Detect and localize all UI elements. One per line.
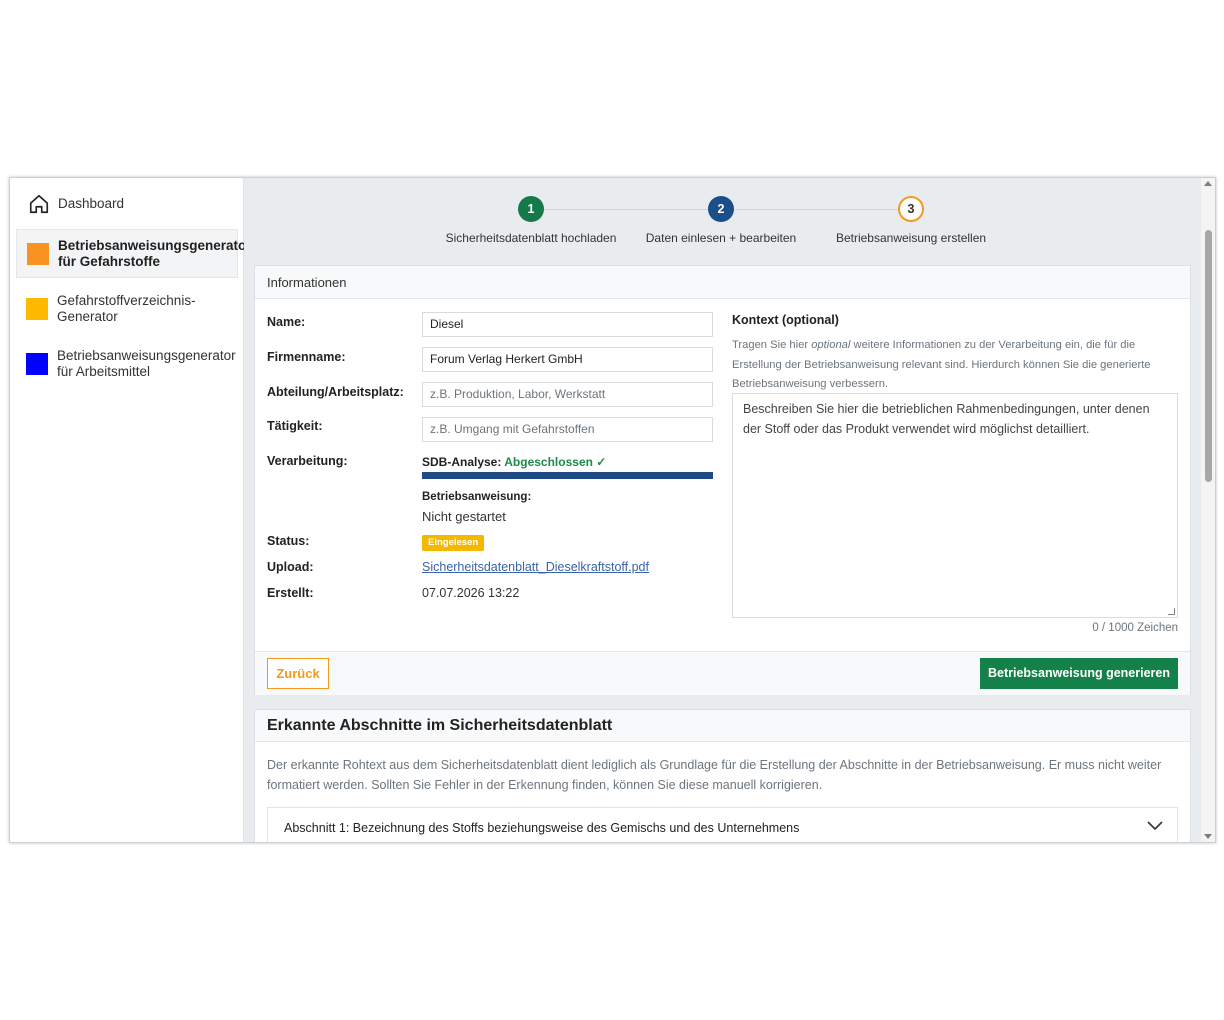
sections-description: Der erkannte Rohtext aus dem Sicherheits… [267, 758, 1162, 792]
generate-button[interactable]: Betriebsanweisung generieren [980, 658, 1178, 689]
color-square-icon [26, 353, 48, 375]
sidebar-item-label: Betriebsanweisungsgenerator für Arbeitsm… [57, 348, 236, 379]
sidebar-item-gefahrstoffverzeichnis[interactable]: Gefahrstoffverzeichnis-Generator [16, 291, 238, 327]
chevron-down-icon[interactable] [1147, 821, 1163, 831]
step-label: Betriebsanweisung erstellen [835, 231, 987, 245]
sidebar: Dashboard Betriebsanweisungsgenerator fü… [10, 178, 252, 842]
created-label: Erstellt: [267, 586, 314, 600]
step-number: 1 [518, 196, 544, 222]
info-card-footer: Zurück Betriebsanweisung generieren [255, 651, 1190, 695]
section-accordion-1[interactable]: Abschnitt 1: Bezeichnung des Stoffs bezi… [267, 807, 1178, 842]
sidebar-item-arbeitsmittel[interactable]: Betriebsanweisungsgenerator für Arbeitsm… [16, 346, 238, 382]
resize-grip-icon[interactable] [1168, 608, 1175, 615]
upload-file-link[interactable]: Sicherheitsdatenblatt_Dieselkraftstoff.p… [422, 560, 649, 574]
name-input[interactable]: Diesel [422, 312, 713, 337]
main-content: 1 Sicherheitsdatenblatt hochladen 2 Date… [244, 178, 1201, 842]
sdb-status: Abgeschlossen ✓ [504, 455, 607, 469]
sdb-analysis: SDB-Analyse: Abgeschlossen ✓ [422, 455, 606, 469]
sections-card: Erkannte Abschnitte im Sicherheitsdatenb… [254, 709, 1191, 842]
ba-label: Betriebsanweisung: [422, 491, 532, 503]
firm-label: Firmenname: [267, 350, 346, 364]
processing-label: Verarbeitung: [267, 454, 348, 468]
ba-status: Nicht gestartet [422, 509, 506, 524]
step-upload[interactable]: 1 Sicherheitsdatenblatt hochladen [421, 196, 641, 245]
sidebar-item-label: Dashboard [58, 196, 125, 211]
app-window: Dashboard Betriebsanweisungsgenerator fü… [9, 177, 1216, 843]
activity-label: Tätigkeit: [267, 419, 323, 433]
char-counter: 0 / 1000 Zeichen [1092, 622, 1178, 634]
info-card: Informationen Name: Diesel Firmenname: F… [254, 265, 1191, 695]
sidebar-item-dashboard[interactable]: Dashboard [16, 192, 238, 216]
section-accordion-title: Abschnitt 1: Bezeichnung des Stoffs bezi… [284, 821, 800, 835]
context-textarea[interactable]: Beschreiben Sie hier die betrieblichen R… [732, 393, 1178, 618]
dept-label: Abteilung/Arbeitsplatz: [267, 385, 404, 399]
color-square-icon [26, 298, 48, 320]
scroll-up-icon[interactable] [1204, 181, 1212, 186]
sidebar-item-label: Betriebsanweisungsgenerator für Gefahrst… [58, 237, 252, 269]
sidebar-item-gefahrstoffe[interactable]: Betriebsanweisungsgenerator für Gefahrst… [16, 229, 252, 278]
context-help: Tragen Sie hier optional weitere Informa… [732, 339, 1151, 390]
sidebar-item-label: Gefahrstoffverzeichnis-Generator [57, 293, 196, 324]
name-label: Name: [267, 315, 306, 329]
color-square-icon [27, 242, 49, 265]
firm-input[interactable]: Forum Verlag Herkert GmbH [422, 347, 713, 372]
created-value: 07.07.2026 13:22 [422, 586, 520, 600]
step-create[interactable]: 3 Betriebsanweisung erstellen [801, 196, 1021, 245]
context-title: Kontext (optional) [732, 313, 839, 327]
sections-title: Erkannte Abschnitte im Sicherheitsdatenb… [255, 710, 1190, 742]
step-label: Daten einlesen + bearbeiten [645, 231, 797, 245]
step-number: 2 [708, 196, 734, 222]
sdb-progress-bar [422, 472, 713, 479]
status-badge: Eingelesen [422, 535, 485, 551]
scroll-thumb[interactable] [1205, 230, 1212, 482]
upload-label: Upload: [267, 560, 314, 574]
dept-input[interactable]: z.B. Produktion, Labor, Werkstatt [422, 382, 713, 407]
info-card-title: Informationen [255, 266, 1190, 299]
activity-input[interactable]: z.B. Umgang mit Gefahrstoffen [422, 417, 713, 442]
step-number: 3 [898, 196, 924, 222]
scroll-down-icon[interactable] [1204, 834, 1212, 839]
home-icon [29, 194, 49, 214]
step-edit[interactable]: 2 Daten einlesen + bearbeiten [611, 196, 831, 245]
back-button[interactable]: Zurück [267, 658, 329, 689]
status-label: Status: [267, 534, 310, 548]
sdb-label: SDB-Analyse: [422, 455, 502, 469]
vertical-scrollbar[interactable] [1201, 178, 1215, 842]
step-label: Sicherheitsdatenblatt hochladen [445, 231, 617, 245]
context-placeholder: Beschreiben Sie hier die betrieblichen R… [743, 402, 1150, 436]
